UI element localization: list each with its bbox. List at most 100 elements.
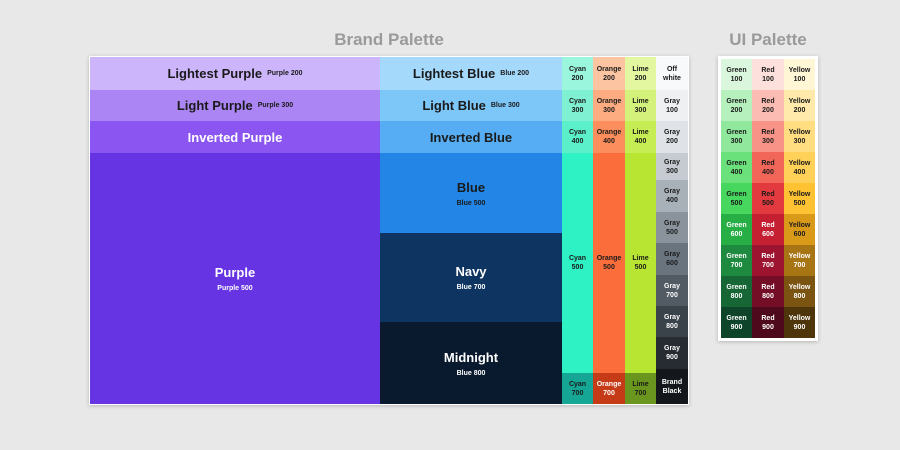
- lime-column: Lime 200 Lime 300 Lime 400 Lime 500 Lime 700: [625, 57, 656, 404]
- swatch-label: Orange: [596, 65, 622, 73]
- swatch-label: Gray: [664, 313, 680, 321]
- blue-column: Lightest Blue Blue 200 Light Blue Blue 3…: [380, 57, 562, 404]
- swatch-gray-300: Gray 300: [656, 153, 688, 180]
- swatch-lightest-purple: Lightest Purple Purple 200: [90, 57, 380, 90]
- swatch-token: Blue 800: [456, 369, 486, 377]
- swatch-token: Blue 200: [500, 70, 530, 77]
- swatch-shade: 700: [571, 389, 584, 397]
- swatch-label: Yellow: [788, 128, 811, 136]
- swatch-lime-200: Lime 200: [625, 57, 656, 90]
- swatch-label: Red: [761, 190, 775, 198]
- swatch-red-400: Red 400: [752, 152, 784, 183]
- swatch-name: Blue: [456, 179, 486, 195]
- swatch-shade: 500: [730, 199, 743, 207]
- swatch-shade: 800: [762, 292, 774, 300]
- swatch-shade: 300: [571, 106, 584, 114]
- swatch-red-600: Red 600: [752, 214, 784, 245]
- swatch-token: Purple 200: [267, 70, 303, 77]
- swatch-red-700: Red 700: [752, 245, 784, 276]
- swatch-shade: 700: [762, 261, 774, 269]
- swatch-shade: 100: [762, 75, 774, 83]
- swatch-shade: 400: [603, 138, 615, 145]
- swatch-name: Purple: [214, 265, 256, 280]
- swatch-shade: 300: [666, 167, 678, 175]
- swatch-brand-black: Brand Black: [656, 369, 688, 404]
- swatch-shade: 400: [634, 138, 647, 145]
- swatch-label: Gray: [664, 158, 680, 166]
- swatch-label: Gray: [664, 129, 680, 136]
- swatch-inverted-purple: Inverted Purple: [90, 121, 380, 153]
- swatch-shade: 800: [730, 292, 743, 300]
- swatch-navy: Navy Blue 700: [380, 233, 562, 322]
- swatch-shade: 600: [793, 230, 806, 238]
- swatch-label: Gray: [664, 345, 680, 352]
- swatch-shade: 700: [730, 261, 743, 269]
- swatch-name: Lightest Blue: [412, 66, 496, 81]
- cyan-column: Cyan 200 Cyan 300 Cyan 400 Cyan 500 Cyan 700: [562, 57, 593, 404]
- swatch-label: Gray: [664, 282, 680, 290]
- swatch-label: Cyan: [568, 65, 587, 73]
- swatch-name: Lightest Purple: [167, 66, 263, 81]
- swatch-label: Cyan: [568, 380, 587, 388]
- brand-palette-card: Lightest Purple Purple 200 Light Purple …: [89, 56, 689, 405]
- swatch-green-600: Green 600: [721, 214, 752, 245]
- swatch-gray-400: Gray 400: [656, 180, 688, 212]
- swatch-shade: 300: [634, 106, 647, 114]
- swatch-shade: 800: [793, 292, 806, 300]
- swatch-label: Lime: [632, 129, 649, 136]
- swatch-red-100: Red 100: [752, 59, 784, 90]
- swatch-shade: 200: [730, 106, 743, 114]
- swatch-shade: 900: [793, 323, 806, 331]
- swatch-label: Red: [761, 221, 775, 229]
- swatch-label: Green: [726, 66, 747, 74]
- swatch-name: Light Blue: [422, 98, 486, 113]
- swatch-green-200: Green 200: [721, 90, 752, 121]
- swatch-gray-200: Gray 200: [656, 121, 688, 153]
- swatch-inverted-blue: Inverted Blue: [380, 121, 562, 153]
- swatch-label: Red: [761, 128, 775, 136]
- swatch-yellow-700: Yellow 700: [784, 245, 815, 276]
- swatch-red-300: Red 300: [752, 121, 784, 152]
- swatch-red-800: Red 800: [752, 276, 784, 307]
- swatch-label: Lime: [632, 65, 649, 73]
- swatch-shade: 400: [762, 168, 774, 176]
- swatch-label: Yellow: [788, 159, 811, 167]
- brand-palette-grid: Lightest Purple Purple 200 Light Purple …: [90, 57, 688, 404]
- swatch-label: Lime: [632, 255, 649, 262]
- swatch-shade: 400: [793, 168, 806, 176]
- swatch-orange-400: Orange 400: [593, 121, 625, 153]
- ui-palette-card: Green 100 Red 100 Yellow 100 Green 200 Red 20…: [718, 56, 818, 341]
- swatch-midnight: Midnight Blue 800: [380, 322, 562, 404]
- swatch-label: Off: [666, 65, 678, 73]
- swatch-label: Gray: [664, 97, 680, 105]
- swatch-shade: 500: [634, 264, 647, 271]
- swatch-shade: 200: [603, 74, 615, 82]
- swatch-cyan-200: Cyan 200: [562, 57, 593, 90]
- swatch-label: Gray: [664, 219, 680, 227]
- ui-palette-grid: Green 100 Red 100 Yellow 100 Green 200 Red 20…: [721, 59, 815, 338]
- swatch-shade: 200: [793, 106, 806, 114]
- swatch-label: Green: [726, 221, 747, 229]
- swatch-label: Yellow: [788, 252, 811, 260]
- swatch-token: Purple 300: [257, 102, 294, 109]
- swatch-yellow-600: Yellow 600: [784, 214, 815, 245]
- swatch-name: Midnight: [443, 349, 499, 365]
- swatch-shade: Black: [662, 387, 682, 395]
- swatch-lime-700: Lime 700: [625, 373, 656, 404]
- swatch-label: Gray: [664, 251, 680, 258]
- swatch-label: Yellow: [788, 97, 811, 105]
- swatch-label: Brand: [661, 378, 683, 386]
- swatch-shade: 100: [793, 75, 806, 83]
- swatch-label: Lime: [632, 97, 649, 105]
- swatch-light-purple: Light Purple Purple 300: [90, 90, 380, 121]
- swatch-shade: 200: [634, 74, 647, 82]
- swatch-name: Inverted Purple: [187, 129, 283, 145]
- swatch-yellow-500: Yellow 500: [784, 183, 815, 214]
- swatch-shade: 400: [666, 197, 678, 204]
- swatch-green-300: Green 300: [721, 121, 752, 152]
- swatch-label: Orange: [596, 129, 622, 136]
- swatch-shade: 500: [666, 228, 678, 236]
- brand-palette-title: Brand Palette: [334, 30, 444, 49]
- swatch-name: Inverted Blue: [429, 129, 513, 145]
- swatch-green-100: Green 100: [721, 59, 752, 90]
